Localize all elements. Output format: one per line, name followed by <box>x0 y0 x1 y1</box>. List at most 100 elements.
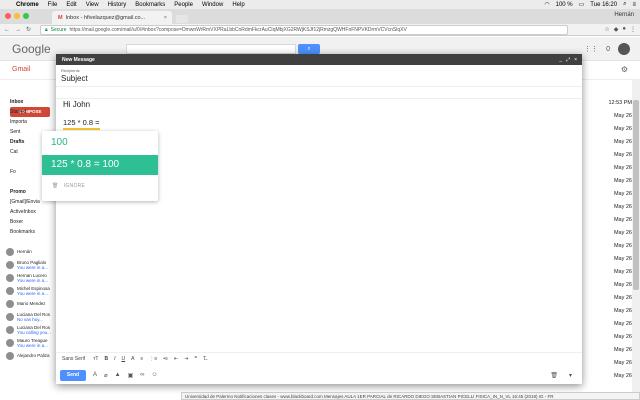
numbered-list-icon[interactable]: ⋮≡ <box>149 356 157 362</box>
hangout-contact[interactable]: Bruno Paglialo You were in a... <box>6 258 56 271</box>
nav-item-activeinbox[interactable]: ActiveInbox <box>10 207 58 217</box>
list-item[interactable]: May 26 <box>582 305 632 318</box>
nav-item-bookmarks[interactable]: Bookmarks <box>10 227 58 237</box>
more-menu-icon[interactable]: ⋮ <box>630 26 636 33</box>
bulleted-list-icon[interactable]: •≡ <box>163 356 168 362</box>
hangout-contact[interactable]: Luciana Del Ros No vas hoy... <box>6 310 56 323</box>
compose-header[interactable]: New Message _ ⤢ × <box>56 54 582 65</box>
page-scrollbar[interactable] <box>632 80 640 400</box>
close-icon[interactable]: × <box>574 57 577 63</box>
hangout-contact[interactable]: Hernán <box>6 245 56 258</box>
menu-window[interactable]: Window <box>202 2 223 8</box>
list-item[interactable]: May 26 <box>582 370 632 383</box>
nav-item-inbox[interactable]: Inbox <box>10 97 58 107</box>
notifications-icon[interactable]: 0 <box>606 46 610 53</box>
indent-less-icon[interactable]: ⇤ <box>174 356 178 362</box>
font-select[interactable]: Sans Serif <box>62 356 85 362</box>
expand-icon[interactable]: ⤢ <box>566 57 570 63</box>
account-avatar[interactable] <box>618 43 630 55</box>
nav-item-important[interactable]: Importa <box>10 117 58 127</box>
hangout-contact[interactable]: Alejandro Paliza <box>6 349 56 362</box>
list-item[interactable]: May 26 <box>582 331 632 344</box>
menu-view[interactable]: View <box>86 2 99 8</box>
close-tab-icon[interactable]: × <box>164 15 167 21</box>
menu-list-icon[interactable]: ≡ <box>632 2 636 8</box>
list-item[interactable]: May 26 <box>582 136 632 149</box>
profile-name[interactable]: Hernán <box>614 12 634 18</box>
list-item[interactable]: 12:53 PM <box>582 97 632 110</box>
menu-bookmarks[interactable]: Bookmarks <box>135 2 165 8</box>
google-logo[interactable]: Google <box>12 42 51 56</box>
nav-item-boxer[interactable]: Boxer <box>10 217 58 227</box>
calc-equation-option[interactable]: 125 * 0.8 = 100 <box>42 155 158 175</box>
battery-icon[interactable]: ▭ <box>579 1 585 8</box>
list-item[interactable]: May 26 <box>582 123 632 136</box>
recipients-label[interactable]: Recipients <box>61 68 80 73</box>
hangout-contact[interactable]: Luciana Del Ros You calling you... <box>6 323 56 336</box>
remove-format-icon[interactable]: T̶ <box>203 356 206 362</box>
search-icon[interactable]: ⌕ <box>623 1 626 8</box>
font-size-icon[interactable]: тT <box>93 356 98 362</box>
nav-item-starred[interactable]: Starred <box>10 107 58 117</box>
close-window-icon[interactable] <box>5 13 11 19</box>
apps-grid-icon[interactable]: ⋮⋮ <box>584 45 598 53</box>
list-item[interactable]: May 26 <box>582 175 632 188</box>
forward-icon[interactable]: → <box>15 27 21 33</box>
address-bar[interactable]: 🔒︎ Secure https://mail.google.com/mail/u… <box>40 25 568 35</box>
list-item[interactable]: May 26 <box>582 318 632 331</box>
extension-icon[interactable]: ◆ <box>614 26 619 33</box>
menubar-clock[interactable]: Tue 16:20 <box>590 2 617 8</box>
browser-tab-inbox[interactable]: M Inbox - hfivelazquez@gmail.co... × <box>52 11 172 24</box>
mail-search-input[interactable] <box>126 44 296 54</box>
drive-icon[interactable]: ▲ <box>115 372 121 378</box>
body-greeting[interactable]: Hi John <box>63 100 90 109</box>
send-button[interactable]: Send <box>60 369 86 381</box>
menu-history[interactable]: History <box>108 2 127 8</box>
list-item[interactable]: May 26 <box>582 201 632 214</box>
extension-icon-2[interactable]: ● <box>622 26 626 33</box>
calc-result-option[interactable]: 100 <box>42 131 158 155</box>
underline-icon[interactable]: U <box>121 356 125 362</box>
menu-file[interactable]: File <box>48 2 58 8</box>
list-item[interactable]: May 26 <box>582 227 632 240</box>
star-icon[interactable]: ☆ <box>604 26 609 33</box>
body-expression[interactable]: 125 * 0.8 = <box>63 118 100 130</box>
menu-people[interactable]: People <box>174 2 193 8</box>
list-item[interactable]: May 26 <box>582 344 632 357</box>
menu-edit[interactable]: Edit <box>66 2 76 8</box>
link-icon[interactable]: ∞ <box>140 372 144 378</box>
back-icon[interactable]: ← <box>4 27 10 33</box>
scrollbar-thumb[interactable] <box>633 100 639 290</box>
format-options-icon[interactable]: A <box>93 372 97 378</box>
minimize-window-icon[interactable] <box>14 13 20 19</box>
attach-icon[interactable]: ⌀ <box>104 372 108 379</box>
maximize-window-icon[interactable] <box>23 13 29 19</box>
wifi-icon[interactable]: ◠ <box>544 1 549 8</box>
minimize-icon[interactable]: _ <box>559 57 562 63</box>
mail-search-button[interactable]: ⌕ <box>298 44 320 54</box>
indent-more-icon[interactable]: ⇥ <box>184 356 188 362</box>
list-item[interactable]: May 26 <box>582 214 632 227</box>
hangout-contact[interactable]: Mario Mendez <box>6 297 56 310</box>
list-item[interactable]: May 26 <box>582 188 632 201</box>
emoji-icon[interactable]: ☺ <box>152 372 158 378</box>
more-options-icon[interactable]: ▾ <box>569 372 572 379</box>
gear-icon[interactable]: ⚙ <box>621 65 628 74</box>
text-color-icon[interactable]: A <box>131 356 134 362</box>
subject-field[interactable]: Subject <box>61 74 88 83</box>
list-item[interactable]: May 26 <box>582 162 632 175</box>
list-item[interactable]: May 26 <box>582 240 632 253</box>
list-item[interactable]: May 26 <box>582 110 632 123</box>
list-item[interactable]: May 26 <box>582 253 632 266</box>
list-item[interactable]: May 26 <box>582 357 632 370</box>
list-item[interactable]: May 26 <box>582 266 632 279</box>
align-icon[interactable]: ≡ <box>140 356 143 362</box>
quote-icon[interactable]: ❞ <box>194 356 197 362</box>
hangout-contact[interactable]: Michel Espinosa You were in a... <box>6 284 56 297</box>
photo-icon[interactable]: ▣ <box>128 372 134 379</box>
hangout-contact[interactable]: Mauro Treague You were in a... <box>6 336 56 349</box>
new-tab-button[interactable] <box>176 15 188 23</box>
menu-app-name[interactable]: Chrome <box>16 2 39 8</box>
italic-icon[interactable]: I <box>114 356 115 362</box>
list-item[interactable]: May 26 <box>582 279 632 292</box>
